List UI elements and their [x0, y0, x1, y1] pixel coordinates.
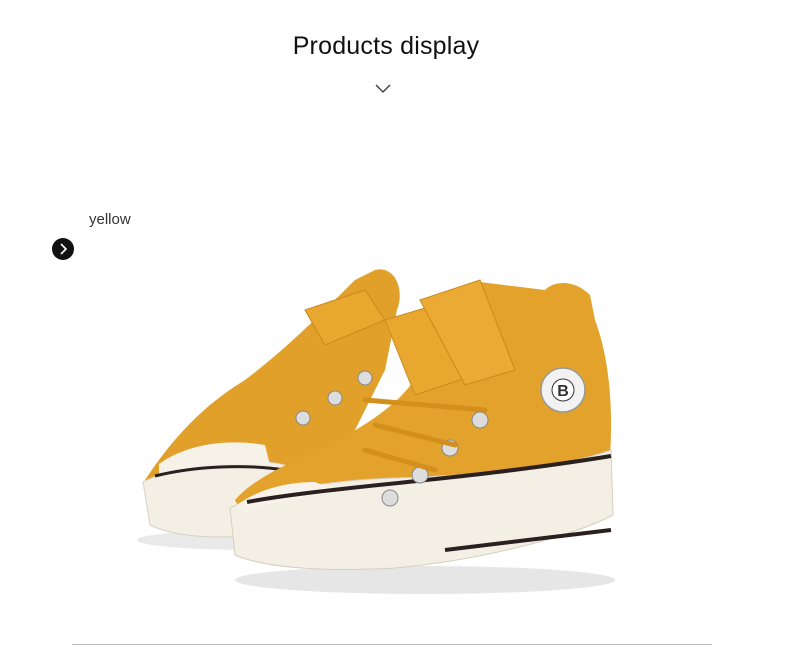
product-image: B: [137, 269, 615, 594]
next-variant-button[interactable]: [52, 238, 74, 260]
badge-letter: B: [557, 383, 569, 400]
brand-badge: B: [540, 367, 586, 413]
chevron-down-icon: [375, 84, 391, 93]
chevron-right-icon: [60, 243, 68, 255]
color-variant-label: yellow: [89, 211, 131, 228]
page-title: Products display: [292, 32, 480, 60]
section-divider: [72, 644, 712, 645]
